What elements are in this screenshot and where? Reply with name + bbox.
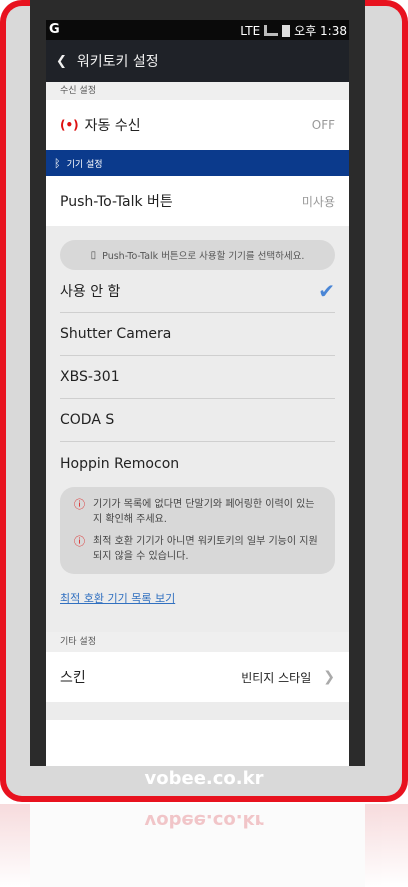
device-label: XBS-301	[60, 369, 120, 385]
warning-icon: ⓘ	[74, 498, 85, 511]
auto-receive-label: 자동 수신	[84, 118, 141, 134]
list-footer	[46, 702, 349, 720]
device-item-none[interactable]: 사용 안 함 ✔	[60, 270, 335, 313]
device-label: Shutter Camera	[60, 326, 172, 342]
device-label: Hoppin Remocon	[60, 455, 180, 472]
notice-line: ⓘ 기기가 목록에 없다면 단말기와 페어링한 이력이 있는지 확인해 주세요.	[74, 497, 321, 527]
auto-receive-row[interactable]: (•) 자동 수신 OFF	[46, 100, 349, 150]
device-item-xbs-301[interactable]: XBS-301	[60, 356, 335, 399]
reflection-watermark: vobee.co.kr	[144, 810, 264, 831]
status-bar: G LTE 오후 1:38	[46, 20, 349, 40]
device-hint: ▯ Push-To-Talk 버튼으로 사용할 기기를 선택하세요.	[60, 240, 335, 270]
receive-section-header: 수신 설정	[46, 82, 349, 100]
ptt-label: Push-To-Talk 버튼	[60, 194, 173, 210]
checkmark-icon: ✔	[318, 279, 335, 303]
notice-text: 기기가 목록에 없다면 단말기와 페어링한 이력이 있는지 확인해 주세요.	[93, 499, 315, 525]
watermark: vobee.co.kr	[144, 768, 264, 789]
settings-content: 수신 설정 (•) 자동 수신 OFF ᛒ 기기 설정 Push-To-Talk…	[46, 82, 349, 766]
device-section-title: 기기 설정	[66, 159, 103, 170]
device-label: 사용 안 함	[60, 284, 121, 300]
ptt-value: 미사용	[301, 194, 335, 209]
title-bar: ❮ 워키토키 설정	[46, 40, 349, 82]
other-section-header: 기타 설정	[46, 632, 349, 652]
device-item-hoppin-remocon[interactable]: Hoppin Remocon	[60, 442, 335, 485]
notice-box: ⓘ 기기가 목록에 없다면 단말기와 페어링한 이력이 있는지 확인해 주세요.…	[60, 487, 335, 574]
radio-wave-icon: (•)	[60, 118, 79, 132]
battery-icon	[282, 24, 291, 37]
warning-icon: ⓘ	[74, 535, 85, 548]
notice-line: ⓘ 최적 호환 기기가 아니면 워키토키의 일부 기능이 지원되지 않을 수 있…	[74, 534, 321, 564]
network-label: LTE	[240, 23, 261, 38]
device-label: CODA S	[60, 412, 115, 428]
device-icon: ▯	[90, 249, 97, 261]
back-arrow-icon[interactable]: ❮	[56, 54, 67, 69]
chevron-right-icon: ❯	[323, 669, 335, 685]
skin-label: 스킨	[60, 670, 86, 686]
bluetooth-icon: ᛒ	[54, 156, 61, 170]
skin-row[interactable]: 스킨 빈티지 스타일 ❯	[46, 652, 349, 702]
phone-screen: G LTE 오후 1:38 ❮ 워키토키 설정 수신 설정 (•) 자동 수신 …	[30, 0, 365, 766]
notice-text: 최적 호환 기기가 아니면 워키토키의 일부 기능이 지원되지 않을 수 있습니…	[93, 536, 318, 562]
carrier-logo: G	[49, 22, 61, 37]
ptt-button-row[interactable]: Push-To-Talk 버튼 미사용	[46, 176, 349, 226]
compat-list-link[interactable]: 최적 호환 기기 목록 보기	[60, 590, 335, 606]
page-title: 워키토키 설정	[76, 54, 159, 70]
device-hint-text: Push-To-Talk 버튼으로 사용할 기기를 선택하세요.	[102, 251, 305, 262]
clock: 오후 1:38	[294, 24, 347, 38]
device-section-header: ᛒ 기기 설정	[46, 150, 349, 176]
skin-value: 빈티지 스타일	[241, 670, 312, 685]
device-item-coda-s[interactable]: CODA S	[60, 399, 335, 442]
reflection: vobee.co.kr	[0, 804, 408, 887]
signal-icon	[264, 25, 279, 36]
promo-frame: G LTE 오후 1:38 ❮ 워키토키 설정 수신 설정 (•) 자동 수신 …	[0, 0, 408, 802]
auto-receive-value: OFF	[311, 118, 335, 132]
device-item-shutter-camera[interactable]: Shutter Camera	[60, 313, 335, 356]
device-picker: ▯ Push-To-Talk 버튼으로 사용할 기기를 선택하세요. 사용 안 …	[46, 226, 349, 632]
